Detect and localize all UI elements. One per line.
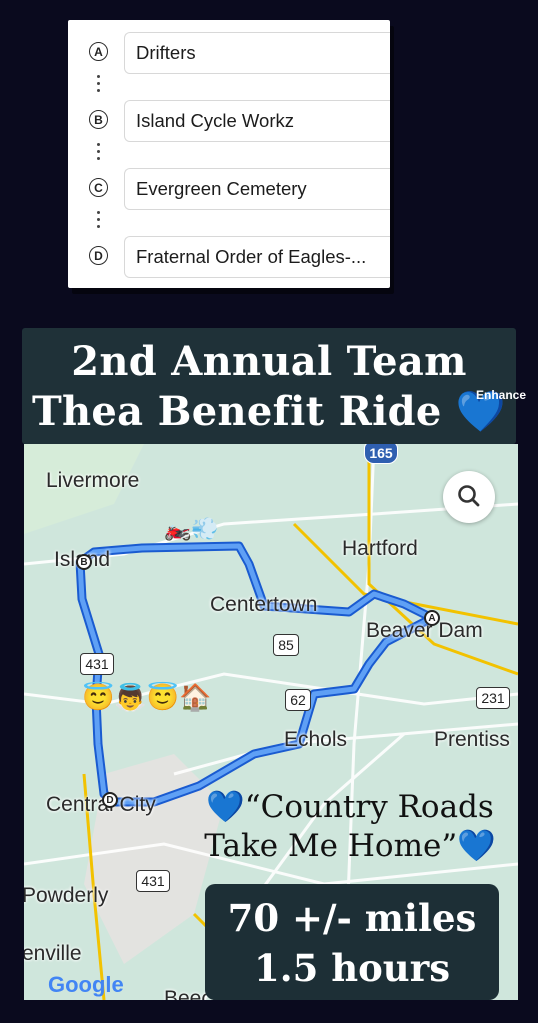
quote-line-2: Take Me Home”💙 xyxy=(204,828,496,864)
stop-marker-c: C xyxy=(89,178,108,197)
place-hartford: Hartford xyxy=(342,537,418,560)
route-marker-b[interactable]: B xyxy=(76,554,92,570)
stop-marker-d: D xyxy=(89,246,108,265)
angels-house-emoji: 😇👼😇🏠 xyxy=(82,682,212,712)
place-prentiss: Prentiss xyxy=(434,728,510,751)
duration-text: 1.5 hours xyxy=(253,946,451,990)
stop-row-c[interactable]: C Evergreen Cemetery xyxy=(68,166,390,212)
stop-field-c[interactable]: Evergreen Cemetery xyxy=(124,168,390,210)
title-banner: 2nd Annual Team Thea Benefit Ride 💙 xyxy=(22,328,516,444)
quote-text: 💙“Country Roads Take Me Home”💙 xyxy=(200,788,500,866)
stop-row-a[interactable]: A Drifters xyxy=(68,30,390,76)
stop-marker-b: B xyxy=(89,110,108,129)
stop-field-a[interactable]: Drifters xyxy=(124,32,390,74)
stop-marker-a: A xyxy=(89,42,108,61)
connector-dots xyxy=(97,211,101,232)
search-icon xyxy=(458,485,480,507)
place-echols: Echols xyxy=(284,728,348,751)
distance-text: 70 +/- miles xyxy=(227,896,477,940)
place-livermore: Livermore xyxy=(46,469,140,492)
road-shield-231: 231 xyxy=(476,687,510,709)
place-centertown: Centertown xyxy=(210,593,318,616)
title-line-2-text: Thea Benefit Ride xyxy=(31,388,442,435)
stop-row-b[interactable]: B Island Cycle Workz xyxy=(68,98,390,144)
route-marker-a[interactable]: A xyxy=(424,610,440,626)
road-shield-165: 165 xyxy=(364,444,398,464)
route-marker-d[interactable]: D xyxy=(102,792,118,808)
title-line-1: 2nd Annual Team xyxy=(71,338,467,385)
stop-field-b[interactable]: Island Cycle Workz xyxy=(124,100,390,142)
place-greenville: enville xyxy=(24,942,82,965)
connector-dots xyxy=(97,143,101,164)
road-shield-85: 85 xyxy=(273,634,299,656)
stops-card: A Drifters B Island Cycle Workz C Evergr… xyxy=(68,20,390,288)
stop-field-d[interactable]: Fraternal Order of Eagles-... xyxy=(124,236,390,278)
google-logo: Google xyxy=(48,972,124,998)
stop-row-d[interactable]: D Fraternal Order of Eagles-... xyxy=(68,234,390,280)
search-button[interactable] xyxy=(443,471,495,523)
google-logo-text: Google xyxy=(48,972,124,997)
quote-line-1: 💙“Country Roads xyxy=(206,789,494,825)
road-shield-431: 431 xyxy=(80,653,114,675)
road-shield-62: 62 xyxy=(285,689,311,711)
place-central-city: Central City xyxy=(46,793,156,816)
title-line-2: Thea Benefit Ride 💙 xyxy=(22,388,516,435)
enhance-label[interactable]: Enhance xyxy=(476,388,526,402)
place-beaver-dam: Beaver Dam xyxy=(366,619,483,642)
motorcycle-emoji: 🏍️💨 xyxy=(164,516,219,541)
connector-dots xyxy=(97,75,101,96)
route-line[interactable] xyxy=(77,543,434,805)
road-shield-431-south: 431 xyxy=(136,870,170,892)
place-powderly: Powderly xyxy=(24,884,109,907)
stats-box: 70 +/- miles 1.5 hours xyxy=(205,884,499,1000)
